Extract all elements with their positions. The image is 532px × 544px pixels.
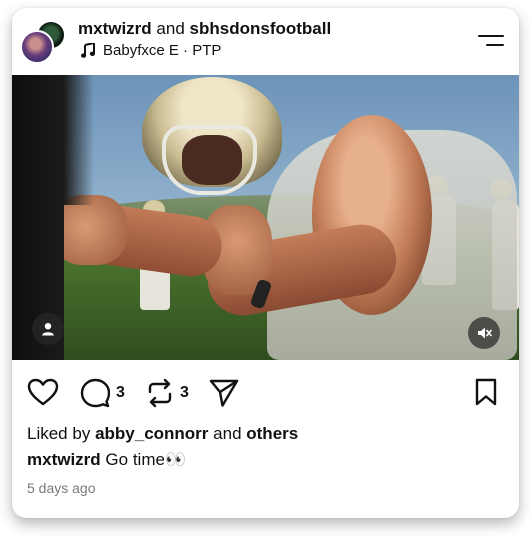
post-card: mxtwizrd and sbhsdonsfootball Babyfxce E… <box>12 8 519 518</box>
person-tag-icon <box>42 323 54 336</box>
avatar-group[interactable] <box>20 18 66 64</box>
collaborator-username[interactable]: sbhsdonsfootball <box>190 19 332 38</box>
liked-by-user[interactable]: abby_connorr <box>95 424 208 443</box>
music-info[interactable]: Babyfxce E · PTP <box>81 42 221 59</box>
liked-by-others[interactable]: others <box>246 424 298 443</box>
likes-conjunction: and <box>213 424 242 443</box>
repost-button[interactable]: 3 <box>146 378 189 408</box>
speaker-muted-icon <box>478 327 492 339</box>
share-button[interactable] <box>208 378 240 408</box>
music-note-icon <box>81 43 95 58</box>
music-track: Babyfxce E · PTP <box>103 42 222 59</box>
post-timestamp: 5 days ago <box>27 480 96 496</box>
heart-icon <box>27 378 59 406</box>
mute-button[interactable] <box>468 317 500 349</box>
author-avatar[interactable] <box>20 30 54 64</box>
menu-icon-line <box>486 44 504 46</box>
repost-icon <box>148 378 172 408</box>
tagged-people-button[interactable] <box>32 313 64 345</box>
authors-conjunction: and <box>156 19 185 38</box>
reply-button[interactable]: 3 <box>80 378 125 408</box>
save-button[interactable] <box>474 378 498 406</box>
comment-icon <box>80 378 110 408</box>
post-header: mxtwizrd and sbhsdonsfootball Babyfxce E… <box>12 8 519 75</box>
action-bar: 3 3 <box>12 360 519 420</box>
player-facemask <box>162 125 257 195</box>
post-authors: mxtwizrd and sbhsdonsfootball <box>78 19 331 39</box>
like-button[interactable] <box>27 378 59 406</box>
author-username[interactable]: mxtwizrd <box>78 19 152 38</box>
repost-count: 3 <box>180 384 189 401</box>
likes-prefix: Liked by <box>27 424 91 443</box>
caption-author[interactable]: mxtwizrd <box>27 450 101 469</box>
bookmark-icon <box>475 378 497 406</box>
caption-text: Go time👀 <box>105 450 187 469</box>
menu-icon <box>478 35 504 37</box>
send-icon <box>209 379 239 407</box>
foreground-shadow-fade <box>64 75 94 205</box>
likes-summary[interactable]: Liked by abby_connorr and others <box>27 424 298 444</box>
menu-button[interactable] <box>478 32 504 50</box>
post-video[interactable] <box>12 75 519 360</box>
reply-count: 3 <box>116 384 125 401</box>
post-caption: mxtwizrd Go time👀 <box>27 450 186 470</box>
